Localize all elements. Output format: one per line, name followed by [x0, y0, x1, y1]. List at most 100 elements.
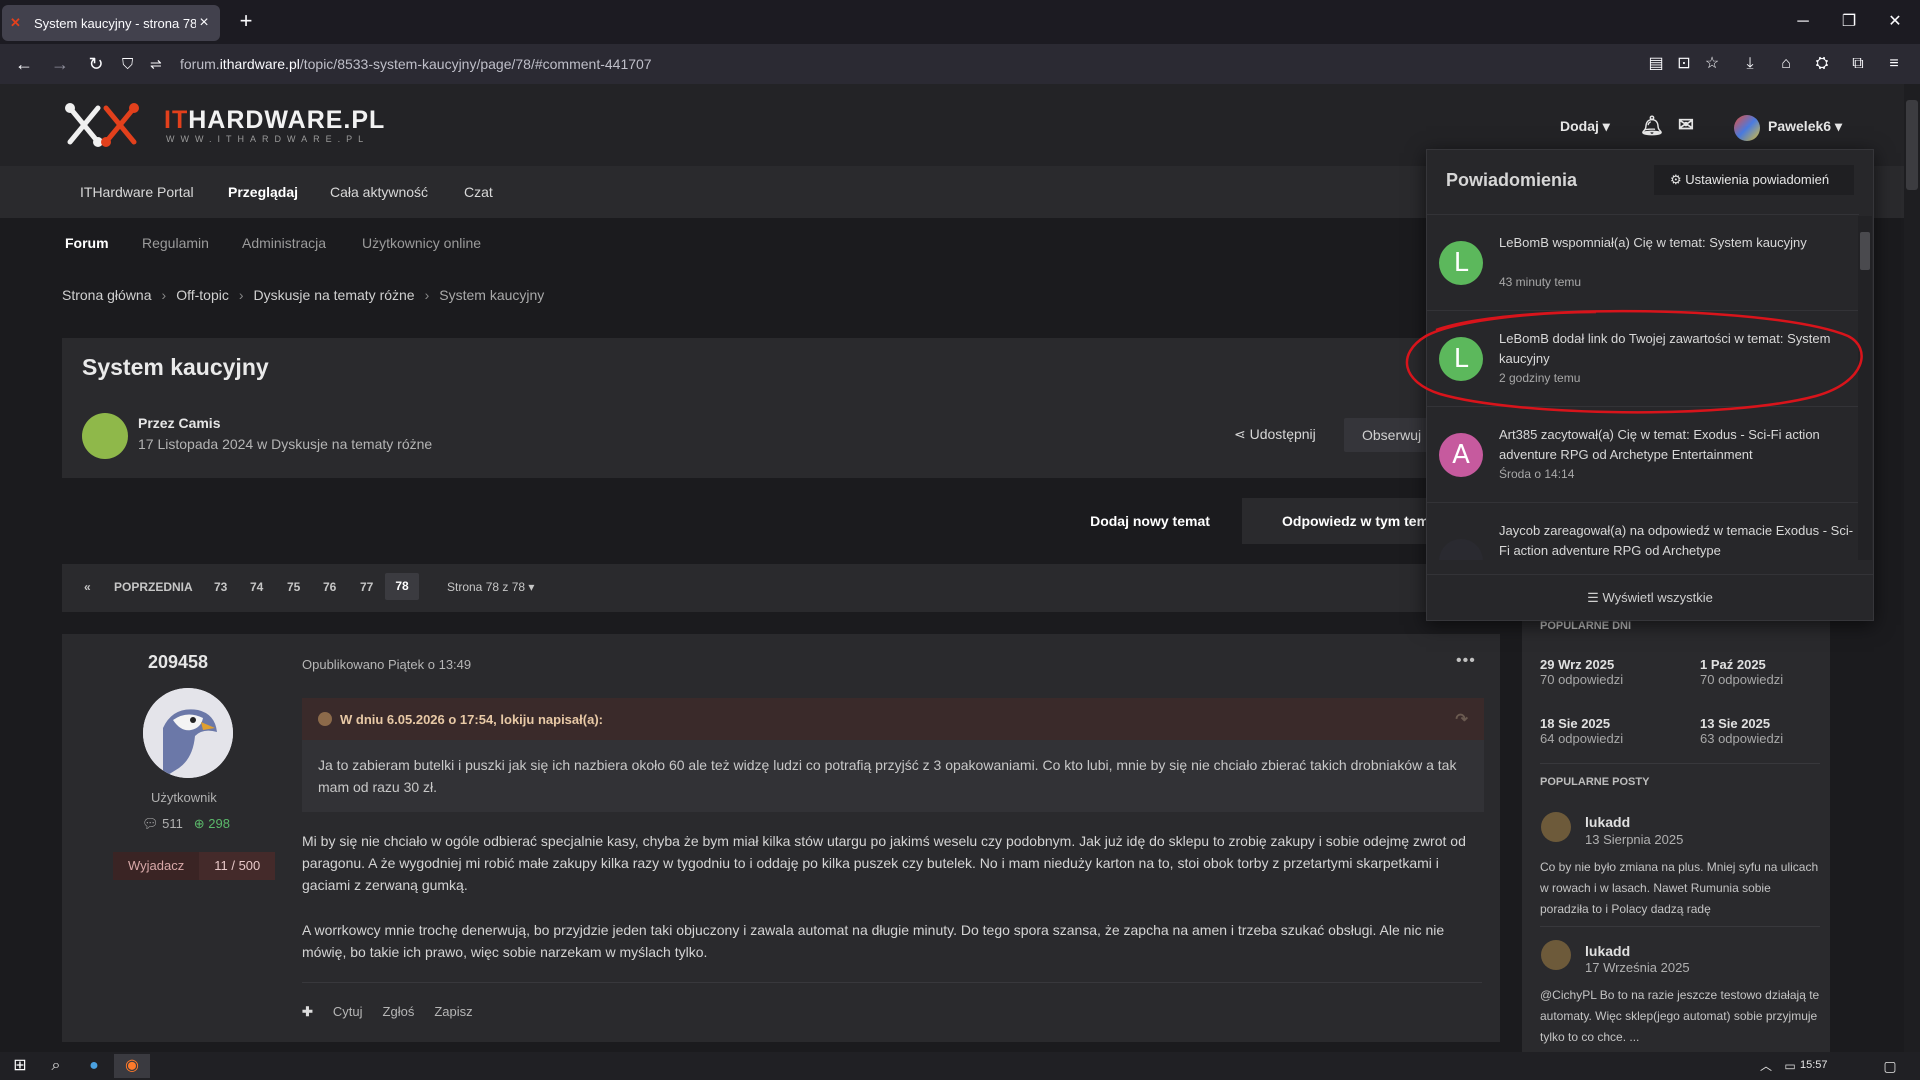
extensions-icon[interactable]: ⧉ [1846, 52, 1870, 76]
post-avatar[interactable] [1541, 940, 1571, 970]
shield-icon[interactable]: ⛉ [122, 56, 142, 73]
popular-day[interactable]: 13 Sie 2025 63 odpowiedzi [1700, 716, 1783, 746]
nav-all-activity[interactable]: Cała aktywność [330, 184, 428, 200]
notifications-center-icon[interactable]: ▢ [1876, 1054, 1904, 1078]
notification-avatar: L [1439, 241, 1483, 285]
breadcrumb-offtopic[interactable]: Off-topic [176, 287, 229, 303]
breadcrumb-home[interactable]: Strona główna [62, 287, 152, 303]
extensions-shield-icon[interactable]: ⛭ [1810, 52, 1834, 76]
reader-view-icon[interactable]: ▤ [1644, 52, 1668, 76]
breadcrumb-discussions[interactable]: Dyskusje na tematy różne [254, 287, 415, 303]
subnav-rules[interactable]: Regulamin [142, 235, 209, 251]
network-icon[interactable]: ▭ [1780, 1054, 1800, 1078]
nav-chat[interactable]: Czat [464, 184, 493, 200]
subnav-online-users[interactable]: Użytkownicy online [362, 235, 481, 251]
firefox-app-icon[interactable]: ◉ [114, 1054, 150, 1078]
reload-icon[interactable]: ↻ [82, 50, 110, 78]
popular-day[interactable]: 18 Sie 2025 64 odpowiedzi [1540, 716, 1623, 746]
prev-page-link[interactable]: POPRZEDNIA [114, 580, 193, 594]
page-link[interactable]: 73 [214, 580, 227, 594]
view-all-notifications-button[interactable]: ☰ Wyświetl wszystkie [1427, 574, 1873, 620]
gear-icon: ⚙ [1670, 172, 1686, 187]
browser-app-icon[interactable]: ● [80, 1054, 108, 1078]
multiquote-plus-icon[interactable]: ✚ [302, 1004, 313, 1020]
post-avatar[interactable] [1541, 812, 1571, 842]
popular-post-text[interactable]: Co by nie było zmiana na plus. Mniej syf… [1540, 857, 1820, 920]
tray-chevron-icon[interactable]: ︿ [1756, 1054, 1776, 1078]
popular-post-author[interactable]: lukadd [1585, 943, 1630, 959]
popular-post-author[interactable]: lukadd [1585, 814, 1630, 830]
share-button[interactable]: ⋖ Udostępnij [1234, 426, 1316, 443]
pagination [62, 564, 1500, 612]
page-link[interactable]: 77 [360, 580, 373, 594]
page-scrollbar-thumb[interactable] [1906, 100, 1918, 190]
page-scrollbar[interactable] [1904, 84, 1920, 1054]
notification-item[interactable]: L LeBomB wspomniał(a) Cię w temat: Syste… [1427, 214, 1859, 310]
reply-button[interactable]: Odpowiedz w tym temacie [1242, 498, 1426, 544]
follow-button[interactable]: Obserwuj [1344, 418, 1432, 452]
user-avatar[interactable] [1734, 115, 1760, 141]
close-window-icon[interactable]: ✕ [1872, 8, 1918, 36]
popular-post-text[interactable]: @CichyPL Bo to na razie jeszcze testowo … [1540, 985, 1820, 1048]
notifications-scrollbar-thumb[interactable] [1860, 232, 1870, 270]
url-bar[interactable]: ⛉ ⇌ forum. ithardware.pl/topic/8533-syste… [122, 48, 1622, 80]
page-link[interactable]: 75 [287, 580, 300, 594]
home-icon[interactable]: ⌂ [1774, 52, 1798, 76]
back-arrow-icon[interactable]: ← [10, 50, 38, 78]
rank-badge: Wyjadacz 11 / 500 [113, 852, 276, 880]
site-favicon-icon: ✕ [10, 15, 21, 30]
notification-avatar [1439, 539, 1483, 560]
topic-author[interactable]: Przez Camis [138, 415, 220, 431]
site-logo-icon[interactable] [62, 100, 142, 150]
bell-icon[interactable]: 🔔︎ [1640, 114, 1664, 138]
user-menu-button[interactable]: Pawelek6 ▾ [1768, 118, 1842, 135]
post-date[interactable]: Opublikowano Piątek o 13:49 [302, 657, 471, 672]
breadcrumb: Strona główna › Off-topic › Dyskusje na te… [62, 287, 545, 303]
quote-expand-icon[interactable] [318, 712, 332, 726]
subnav-forum[interactable]: Forum [65, 235, 109, 251]
tab-close-icon[interactable]: × [196, 14, 212, 32]
forward-arrow-icon[interactable]: → [46, 50, 74, 78]
downloads-icon[interactable]: ⤓ [1738, 52, 1762, 76]
popular-day[interactable]: 29 Wrz 2025 70 odpowiedzi [1540, 657, 1623, 687]
restore-icon[interactable]: ❐ [1826, 8, 1872, 36]
post-options-icon[interactable]: ••• [1456, 652, 1476, 670]
subnav-administration[interactable]: Administracja [242, 235, 326, 251]
report-button[interactable]: Zgłoś [383, 1004, 415, 1020]
save-to-pocket-icon[interactable]: ⊡ [1672, 52, 1696, 76]
minimize-icon[interactable]: ─ [1780, 8, 1826, 36]
quote-header[interactable]: W dniu 6.05.2026 o 17:54, lokiju napisał… [302, 698, 1484, 740]
quote-button[interactable]: Cytuj [333, 1004, 363, 1020]
nav-browse[interactable]: Przeglądaj [228, 184, 298, 200]
quote-jump-icon[interactable]: ↷ [1455, 710, 1468, 728]
bookmark-star-icon[interactable]: ☆ [1700, 52, 1724, 76]
page-jump-dropdown[interactable]: Strona 78 z 78 ▾ [447, 580, 534, 594]
browser-tab[interactable]: ✕ System kaucyjny - strona 78 - D × [2, 5, 220, 41]
nav-ithardware-portal[interactable]: ITHardware Portal [80, 184, 194, 200]
clock[interactable]: 15:57 [1800, 1059, 1828, 1071]
post-author-avatar[interactable] [143, 688, 233, 778]
search-icon[interactable]: ⌕ [42, 1054, 70, 1078]
site-logo-text[interactable]: ITHARDWARE.PL [164, 106, 385, 135]
save-button[interactable]: Zapisz [434, 1004, 472, 1020]
page-link[interactable]: 74 [250, 580, 263, 594]
popular-posts-heading: POPULARNE POSTY [1540, 776, 1650, 788]
current-page[interactable]: 78 [385, 573, 419, 600]
post-divider [302, 982, 1482, 983]
first-page-icon[interactable]: « [84, 580, 91, 594]
page-link[interactable]: 76 [323, 580, 336, 594]
permissions-icon[interactable]: ⇌ [150, 56, 170, 73]
windows-start-icon[interactable]: ⊞ [6, 1054, 34, 1078]
notification-item[interactable]: A Art385 zacytował(a) Cię w temat: Exodu… [1427, 406, 1859, 502]
new-tab-button[interactable]: + [232, 8, 260, 36]
post-author-name[interactable]: 209458 [148, 652, 208, 673]
notification-settings-button[interactable]: ⚙ Ustawienia powiadomień [1654, 165, 1854, 195]
add-menu-button[interactable]: Dodaj ▾ [1560, 118, 1610, 135]
notification-item[interactable]: Jaycob zareagował(a) na odpowiedź w tema… [1427, 502, 1859, 560]
menu-icon[interactable]: ≡ [1882, 52, 1906, 76]
author-avatar[interactable] [82, 413, 128, 459]
popular-day[interactable]: 1 Paź 2025 70 odpowiedzi [1700, 657, 1783, 687]
envelope-icon[interactable]: ✉ [1678, 114, 1694, 137]
notification-time: 43 minuty temu [1499, 275, 1582, 289]
new-topic-button[interactable]: Dodaj nowy temat [1080, 500, 1220, 542]
